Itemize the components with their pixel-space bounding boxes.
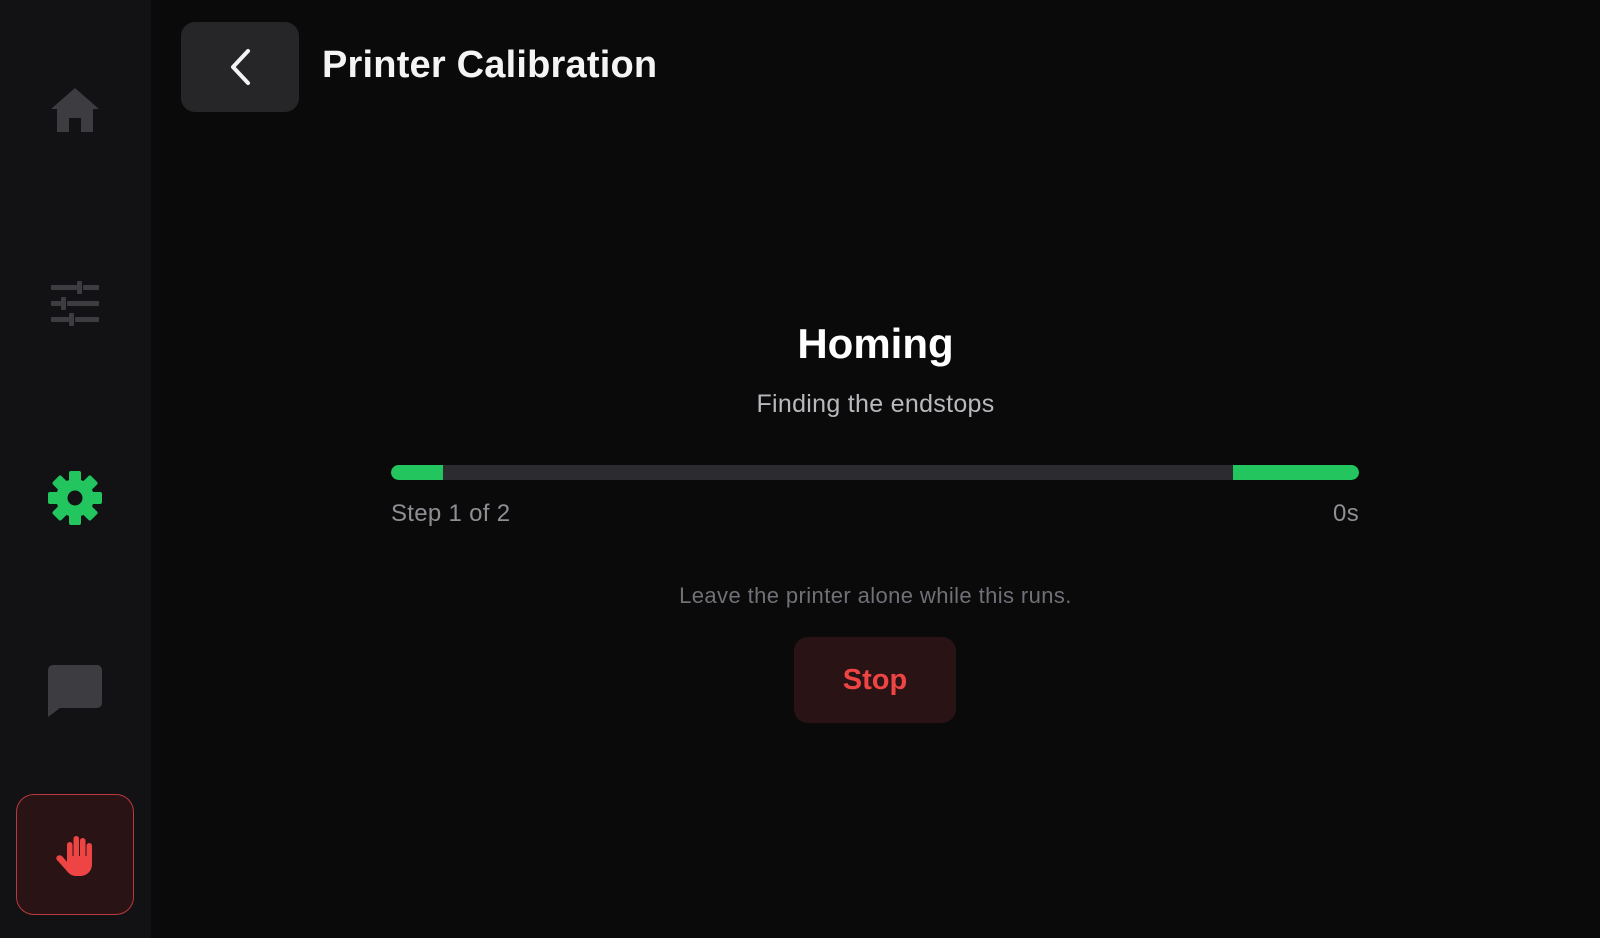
emergency-stop-button[interactable]: [16, 794, 134, 915]
sidebar-item-settings[interactable]: [16, 439, 134, 557]
progress-indicator-segment: [1233, 465, 1359, 480]
elapsed-time: 0s: [1333, 500, 1359, 527]
app-root: Printer Calibration Homing Finding the e…: [0, 0, 1600, 938]
progress-indicator-segment: [391, 465, 443, 480]
status-title: Homing: [797, 320, 954, 367]
hint-text: Leave the printer alone while this runs.: [679, 583, 1072, 608]
stop-button[interactable]: Stop: [794, 637, 956, 723]
status-subtitle: Finding the endstops: [756, 390, 995, 418]
hand-stop-icon: [56, 835, 92, 876]
progress-bar: [391, 465, 1359, 480]
gear-icon: [48, 471, 102, 525]
chevron-left-icon: [231, 49, 250, 85]
sidebar-item-controls[interactable]: [16, 245, 134, 363]
chat-bubble-icon: [48, 665, 102, 717]
home-icon: [51, 88, 99, 132]
sidebar-item-home[interactable]: [16, 51, 134, 169]
sidebar-item-messages[interactable]: [16, 632, 134, 750]
step-counter: Step 1 of 2: [391, 500, 511, 527]
back-button[interactable]: [181, 22, 299, 112]
page-title: Printer Calibration: [322, 44, 658, 86]
sliders-icon: [51, 281, 99, 326]
sidebar: [0, 0, 151, 938]
